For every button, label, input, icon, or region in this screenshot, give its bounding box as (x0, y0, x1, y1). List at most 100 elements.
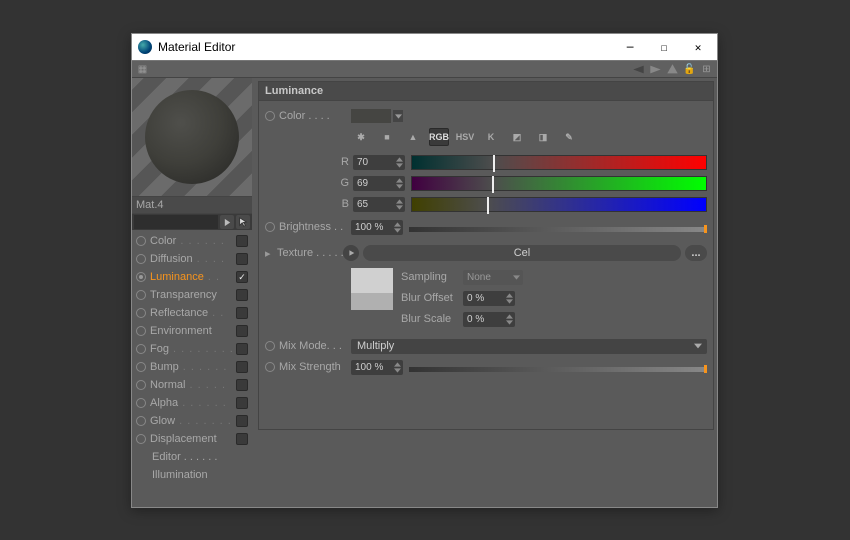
up-icon[interactable] (666, 63, 679, 76)
lock-icon[interactable]: 🔓 (683, 63, 696, 76)
channel-reflectance[interactable]: Reflectance . . (132, 304, 252, 322)
channel-label: Normal . . . . . (150, 379, 233, 391)
channel-checkbox[interactable] (236, 235, 248, 247)
add-icon[interactable]: ⊞ (700, 63, 713, 76)
channel-radio[interactable] (136, 434, 146, 444)
channel-label: Illumination (152, 469, 248, 481)
color-mode-icon-3[interactable]: RGB (429, 128, 449, 146)
color-mode-icon-0[interactable]: ✱ (351, 128, 371, 146)
material-name: Mat.4 (136, 199, 164, 211)
texture-browse-button[interactable]: ... (685, 245, 707, 261)
color-mode-icon-5[interactable]: K (481, 128, 501, 146)
sampling-dropdown[interactable]: None (463, 270, 523, 285)
channel-checkbox[interactable] (236, 397, 248, 409)
color-mode-icon-7[interactable]: ◨ (533, 128, 553, 146)
channel-label: Alpha . . . . . . (150, 397, 233, 409)
channel-alpha[interactable]: Alpha . . . . . . (132, 394, 252, 412)
texture-expand-icon[interactable]: ▸ (265, 247, 273, 260)
g-slider[interactable] (411, 176, 707, 191)
texture-play-icon[interactable] (343, 245, 359, 261)
nav-fwd-icon[interactable] (649, 63, 662, 76)
nav-back-icon[interactable] (632, 63, 645, 76)
channel-checkbox[interactable] (236, 379, 248, 391)
channel-radio[interactable] (136, 326, 146, 336)
channel-transparency[interactable]: Transparency (132, 286, 252, 304)
channel-radio[interactable] (136, 290, 146, 300)
material-preview[interactable] (132, 78, 252, 196)
channel-environment[interactable]: Environment (132, 322, 252, 340)
b-slider[interactable] (411, 197, 707, 212)
color-dropdown-caret[interactable] (393, 110, 403, 122)
mix-mode-dropdown[interactable]: Multiply (351, 339, 707, 354)
channel-label: Environment (150, 325, 233, 337)
channel-normal[interactable]: Normal . . . . . (132, 376, 252, 394)
channel-radio[interactable] (136, 344, 146, 354)
channel-label: Bump . . . . . . (150, 361, 233, 373)
channel-editor[interactable]: Editor . . . . . . (132, 448, 252, 466)
panel-title: Luminance (258, 81, 714, 100)
channel-bump[interactable]: Bump . . . . . . (132, 358, 252, 376)
color-radio[interactable] (265, 111, 275, 121)
channel-checkbox[interactable] (236, 325, 248, 337)
channel-fog[interactable]: Fog . . . . . . . . (132, 340, 252, 358)
mix-strength-field[interactable]: 100 % (351, 360, 403, 375)
minimize-button[interactable]: ─ (613, 35, 647, 59)
channel-radio[interactable] (136, 362, 146, 372)
channel-checkbox[interactable] (236, 433, 248, 445)
channel-glow[interactable]: Glow . . . . . . . (132, 412, 252, 430)
g-label: G (335, 177, 349, 189)
texture-thumbnail[interactable] (351, 268, 393, 310)
channel-radio[interactable] (136, 398, 146, 408)
mix-strength-slider[interactable] (409, 367, 707, 372)
grid-icon[interactable]: ▦ (136, 63, 149, 76)
b-field[interactable]: 65 (353, 197, 405, 212)
channel-label: Fog . . . . . . . . (150, 343, 233, 355)
color-mode-icon-4[interactable]: HSV (455, 128, 475, 146)
channel-list: Color . . . . . .Diffusion . . . .Lumina… (132, 230, 252, 507)
g-field[interactable]: 69 (353, 176, 405, 191)
channel-illumination[interactable]: Illumination (132, 466, 252, 484)
channel-checkbox[interactable] (236, 361, 248, 373)
mix-strength-radio[interactable] (265, 362, 275, 372)
channel-radio[interactable] (136, 416, 146, 426)
brightness-radio[interactable] (265, 222, 275, 232)
channel-checkbox[interactable] (236, 415, 248, 427)
blur-scale-field[interactable]: 0 % (463, 312, 515, 327)
blur-offset-field[interactable]: 0 % (463, 291, 515, 306)
material-next-icon[interactable] (220, 215, 234, 229)
channel-checkbox[interactable] (236, 343, 248, 355)
color-swatch[interactable] (351, 109, 391, 123)
channel-diffusion[interactable]: Diffusion . . . . (132, 250, 252, 268)
mix-strength-label: Mix Strength (279, 361, 351, 373)
color-mode-icon-2[interactable]: ▲ (403, 128, 423, 146)
spin-down-icon (395, 162, 404, 168)
channel-radio[interactable] (136, 308, 146, 318)
channel-radio[interactable] (136, 236, 146, 246)
window-title: Material Editor (158, 40, 613, 54)
channel-checkbox[interactable] (236, 307, 248, 319)
channel-displacement[interactable]: Displacement (132, 430, 252, 448)
channel-checkbox[interactable] (236, 289, 248, 301)
maximize-button[interactable]: ☐ (647, 35, 681, 59)
brightness-slider[interactable] (409, 227, 707, 232)
channel-luminance[interactable]: Luminance . . (132, 268, 252, 286)
channel-radio[interactable] (136, 380, 146, 390)
mix-mode-radio[interactable] (265, 341, 275, 351)
r-field[interactable]: 70 (353, 155, 405, 170)
channel-checkbox[interactable] (236, 253, 248, 265)
channel-radio[interactable] (136, 254, 146, 264)
titlebar[interactable]: Material Editor ─ ☐ ✕ (132, 34, 717, 60)
r-slider[interactable] (411, 155, 707, 170)
color-mode-icon-1[interactable]: ■ (377, 128, 397, 146)
channel-color[interactable]: Color . . . . . . (132, 232, 252, 250)
color-mode-icon-6[interactable]: ◩ (507, 128, 527, 146)
brightness-label: Brightness . . (279, 221, 351, 233)
channel-checkbox[interactable] (236, 271, 248, 283)
brightness-field[interactable]: 100 % (351, 220, 403, 235)
channel-radio[interactable] (136, 272, 146, 282)
color-mode-icon-8[interactable]: ✎ (559, 128, 579, 146)
material-picker-icon[interactable] (236, 215, 250, 229)
texture-value[interactable]: Cel (363, 245, 681, 261)
close-button[interactable]: ✕ (681, 35, 715, 59)
material-rename-field[interactable] (134, 215, 218, 229)
